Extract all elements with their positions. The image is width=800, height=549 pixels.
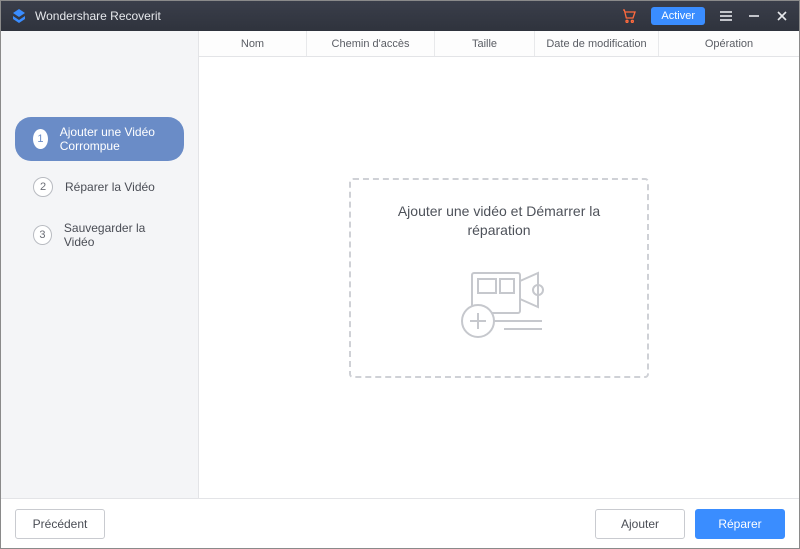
th-path[interactable]: Chemin d'accès [307, 31, 435, 56]
step-label: Réparer la Vidéo [65, 180, 155, 194]
main-panel: Nom Chemin d'accès Taille Date de modifi… [199, 31, 799, 498]
minimize-icon[interactable] [747, 9, 761, 23]
step-repair-video[interactable]: 2 Réparer la Vidéo [15, 169, 184, 205]
app-title: Wondershare Recoverit [35, 9, 161, 23]
sidebar: 1 Ajouter une Vidéo Corrompue 2 Réparer … [1, 31, 199, 498]
th-modified[interactable]: Date de modification [535, 31, 659, 56]
step-label: Ajouter une Vidéo Corrompue [60, 125, 172, 153]
content-area: Ajouter une vidéo et Démarrer la réparat… [199, 57, 799, 498]
activate-button[interactable]: Activer [651, 7, 705, 25]
repair-button[interactable]: Réparer [695, 509, 785, 539]
dropzone-caption: Ajouter une vidéo et Démarrer la réparat… [379, 202, 619, 241]
step-number: 1 [33, 129, 48, 149]
footer: Précédent Ajouter Réparer [1, 498, 799, 548]
menu-icon[interactable] [719, 9, 733, 23]
step-number: 2 [33, 177, 53, 197]
table-header: Nom Chemin d'accès Taille Date de modifi… [199, 31, 799, 57]
cart-icon[interactable] [621, 8, 637, 24]
titlebar: Wondershare Recoverit Activer [1, 1, 799, 31]
back-button[interactable]: Précédent [15, 509, 105, 539]
step-add-video[interactable]: 1 Ajouter une Vidéo Corrompue [15, 117, 184, 161]
app-logo-icon [11, 8, 27, 24]
th-size[interactable]: Taille [435, 31, 535, 56]
step-number: 3 [33, 225, 52, 245]
step-label: Sauvegarder la Vidéo [64, 221, 172, 249]
th-name[interactable]: Nom [199, 31, 307, 56]
dropzone[interactable]: Ajouter une vidéo et Démarrer la réparat… [349, 178, 649, 378]
th-operation[interactable]: Opération [659, 31, 799, 56]
close-icon[interactable] [775, 9, 789, 23]
step-save-video[interactable]: 3 Sauvegarder la Vidéo [15, 213, 184, 257]
app-window: Wondershare Recoverit Activer 1 Ajouter … [0, 0, 800, 549]
camera-add-icon [444, 259, 554, 354]
add-button[interactable]: Ajouter [595, 509, 685, 539]
